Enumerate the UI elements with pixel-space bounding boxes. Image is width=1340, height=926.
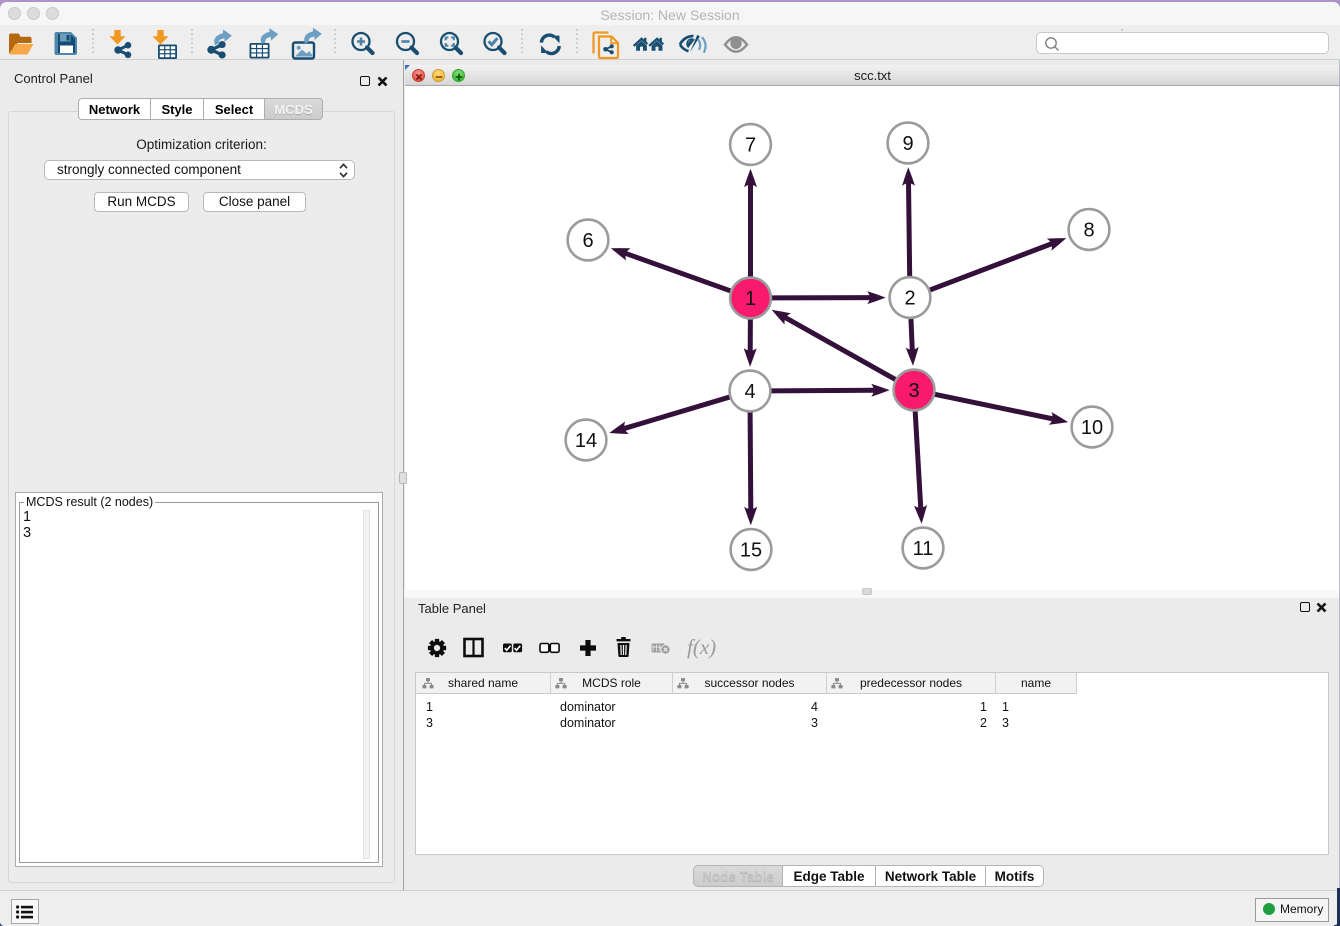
svg-text:6: 6 (582, 230, 593, 252)
svg-text:f(x): f(x) (687, 635, 716, 659)
svg-text:15: 15 (740, 540, 762, 562)
svg-text:14: 14 (575, 430, 597, 452)
svg-text:1: 1 (745, 288, 756, 310)
svg-text:8: 8 (1083, 220, 1094, 242)
svg-text:9: 9 (902, 133, 913, 155)
svg-text:2: 2 (904, 288, 915, 310)
svg-text:4: 4 (744, 381, 755, 403)
svg-text:7: 7 (745, 135, 756, 157)
svg-text:10: 10 (1081, 417, 1103, 439)
svg-text:11: 11 (913, 538, 934, 560)
svg-text:3: 3 (908, 380, 919, 402)
